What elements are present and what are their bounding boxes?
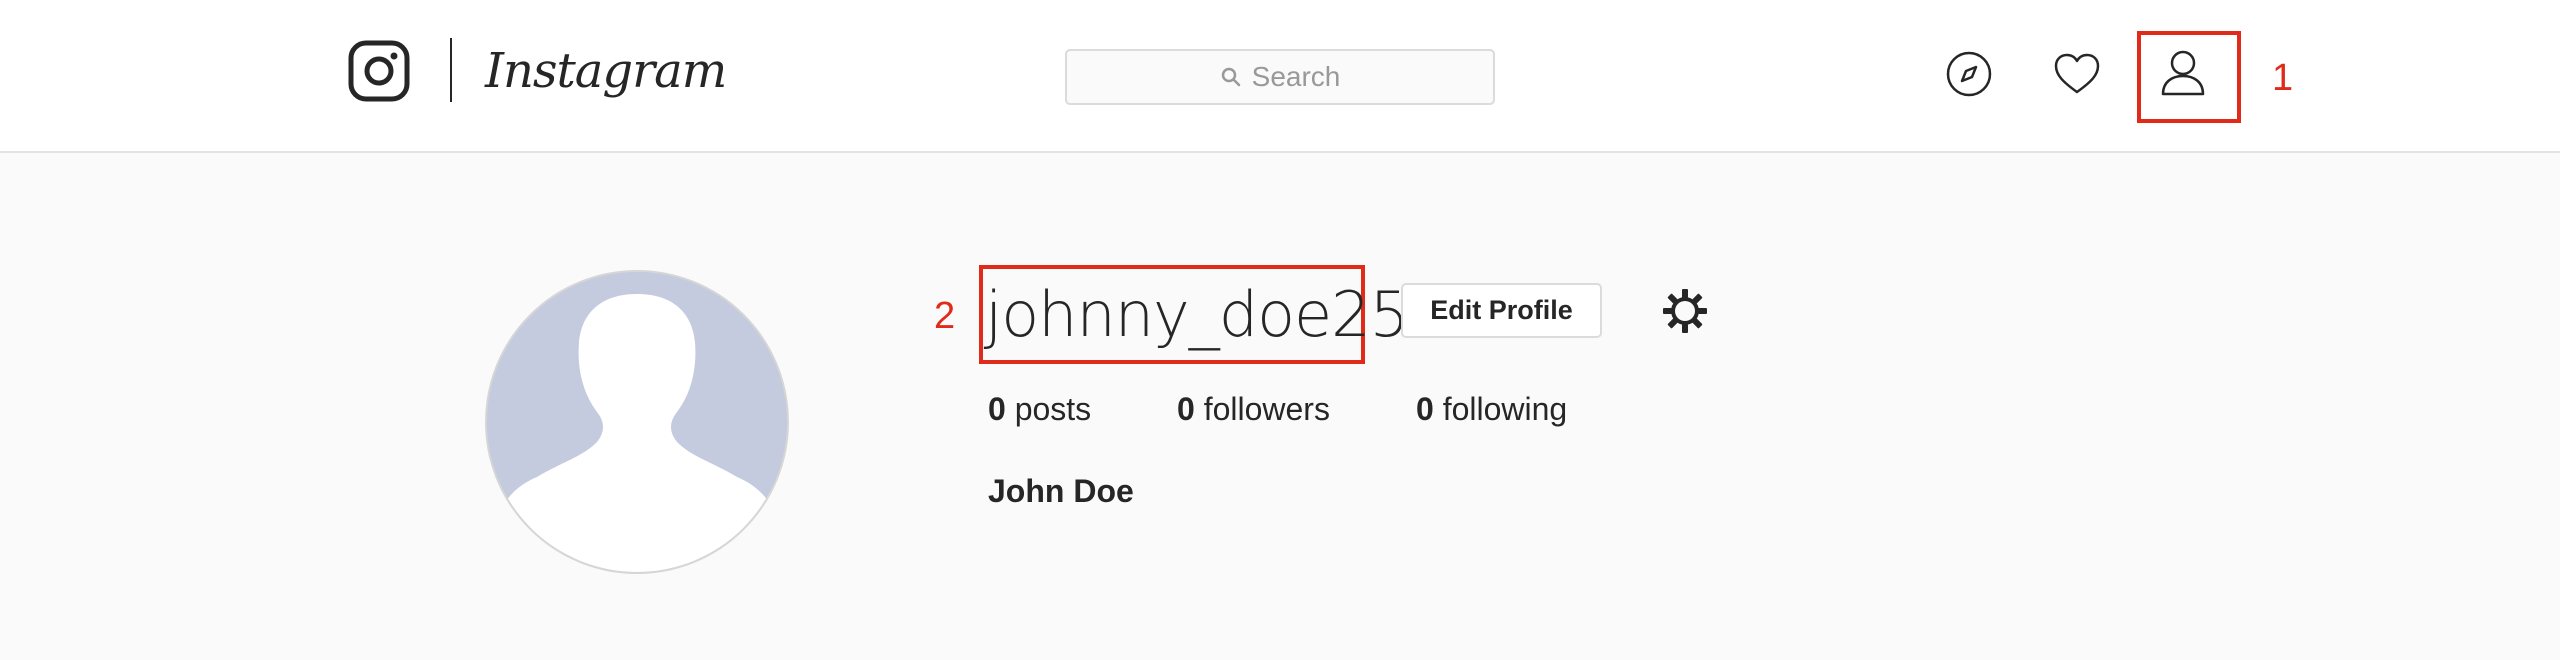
posts-stat: 0 posts — [988, 388, 1091, 430]
instagram-wordmark[interactable]: Instagram — [485, 36, 727, 106]
explore-compass-icon[interactable] — [1941, 46, 1997, 102]
profile-username: johnny_doe25 — [985, 278, 1409, 351]
logo-divider — [450, 38, 452, 102]
profile-avatar[interactable] — [485, 270, 789, 574]
posts-label: posts — [1014, 391, 1092, 427]
annotation-box-1 — [2137, 31, 2241, 123]
profile-full-name: John Doe — [988, 473, 1134, 509]
followers-stat[interactable]: 0 followers — [1177, 388, 1330, 430]
posts-count: 0 — [988, 391, 1006, 427]
search-placeholder: Search — [1251, 61, 1341, 92]
edit-profile-button[interactable]: Edit Profile — [1401, 283, 1602, 338]
following-count: 0 — [1416, 391, 1434, 427]
followers-label: followers — [1203, 391, 1330, 427]
search-icon — [1221, 67, 1240, 87]
following-stat[interactable]: 0 following — [1416, 388, 1567, 430]
gear-icon[interactable] — [1660, 286, 1710, 336]
annotation-number-1: 1 — [2272, 57, 2294, 99]
camera-logo-icon[interactable] — [348, 40, 410, 102]
following-label: following — [1442, 391, 1568, 427]
default-avatar-silhouette-icon — [487, 272, 787, 572]
annotation-number-2: 2 — [934, 295, 956, 337]
followers-count: 0 — [1177, 391, 1195, 427]
top-navbar: Instagram Search 1 — [0, 0, 2560, 153]
search-input[interactable]: Search — [1065, 49, 1495, 105]
activity-heart-icon[interactable] — [2049, 46, 2105, 102]
